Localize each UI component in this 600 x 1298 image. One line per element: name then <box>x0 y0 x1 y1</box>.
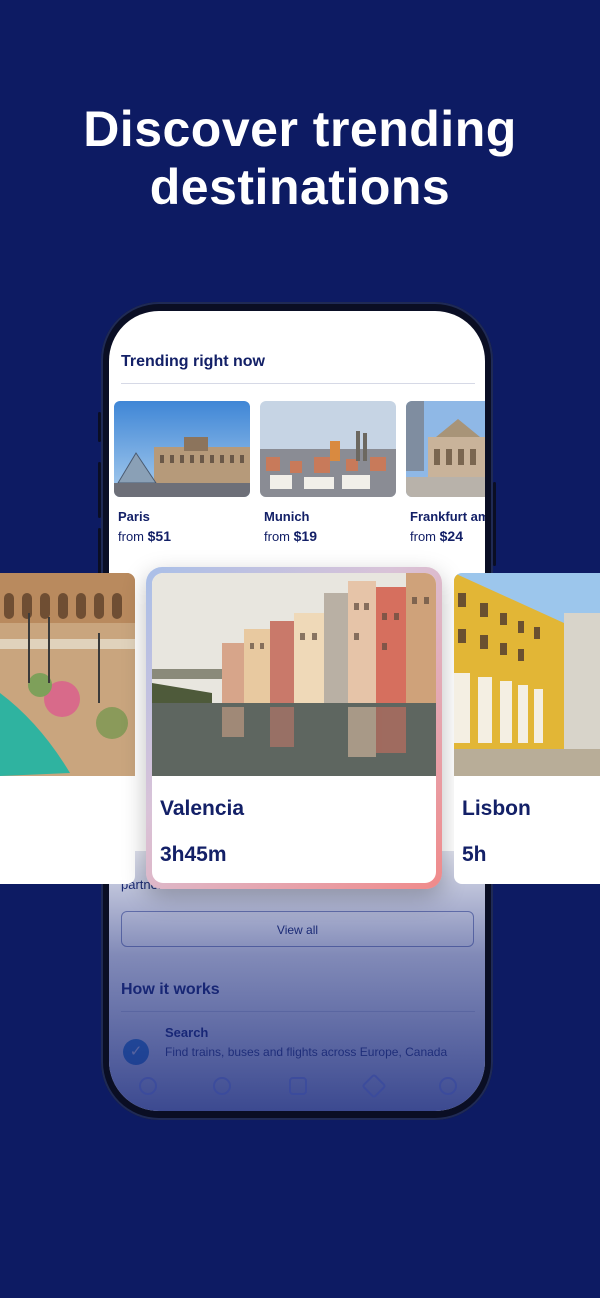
step-description: Find trains, buses and flights across Eu… <box>165 1045 448 1059</box>
search-icon[interactable] <box>139 1077 157 1095</box>
price-prefix: from <box>410 529 436 544</box>
featured-card-valencia[interactable]: Valencia 3h45m <box>146 567 442 889</box>
headline: Discover trending destinations <box>83 101 517 215</box>
card-city: Munich <box>264 509 310 524</box>
phone-volume-up <box>98 462 101 518</box>
trending-card-frankfurt[interactable]: Frankfurt am from $24 <box>406 401 485 544</box>
price-prefix: from <box>118 529 144 544</box>
profile-icon[interactable] <box>439 1077 457 1095</box>
price-value: $19 <box>293 528 317 544</box>
featured-duration: 5h <box>462 843 487 866</box>
phone-side-button <box>98 412 101 442</box>
price-value: $24 <box>439 528 463 544</box>
lisbon-image <box>454 573 600 776</box>
divider <box>121 1011 475 1012</box>
divider <box>121 383 475 384</box>
featured-duration: 3h45m <box>160 843 227 866</box>
plaza-image <box>0 573 135 776</box>
card-city: Frankfurt am <box>410 509 485 524</box>
paris-image <box>114 401 250 497</box>
heart-icon[interactable] <box>289 1077 307 1095</box>
featured-card-left[interactable] <box>0 573 135 884</box>
bottom-nav <box>109 1073 485 1103</box>
trending-card-paris[interactable]: Paris from $51 <box>114 401 250 544</box>
view-all-button[interactable]: View all <box>121 911 474 947</box>
price-value: $51 <box>147 528 171 544</box>
featured-card-lisbon[interactable]: Lisbon 5h <box>454 573 600 884</box>
check-icon: ✓ <box>123 1039 149 1065</box>
trending-title: Trending right now <box>121 353 265 370</box>
ticket-icon[interactable] <box>361 1073 387 1099</box>
trending-card-munich[interactable]: Munich from $19 <box>260 401 396 544</box>
featured-name: Valencia <box>160 797 245 820</box>
card-price: from $19 <box>260 528 396 544</box>
explore-icon[interactable] <box>213 1077 231 1095</box>
phone-power-button <box>493 482 496 566</box>
card-price: from $24 <box>406 528 485 544</box>
step-title: Search <box>165 1025 209 1040</box>
card-price: from $51 <box>114 528 250 544</box>
price-prefix: from <box>264 529 290 544</box>
featured-name: Lisbon <box>462 797 531 820</box>
featured-card-inner: Valencia 3h45m <box>152 573 436 883</box>
valencia-image <box>152 573 436 776</box>
munich-image <box>260 401 396 497</box>
how-it-works-title: How it works <box>121 981 220 998</box>
card-city: Paris <box>118 509 150 524</box>
frankfurt-image <box>406 401 485 497</box>
